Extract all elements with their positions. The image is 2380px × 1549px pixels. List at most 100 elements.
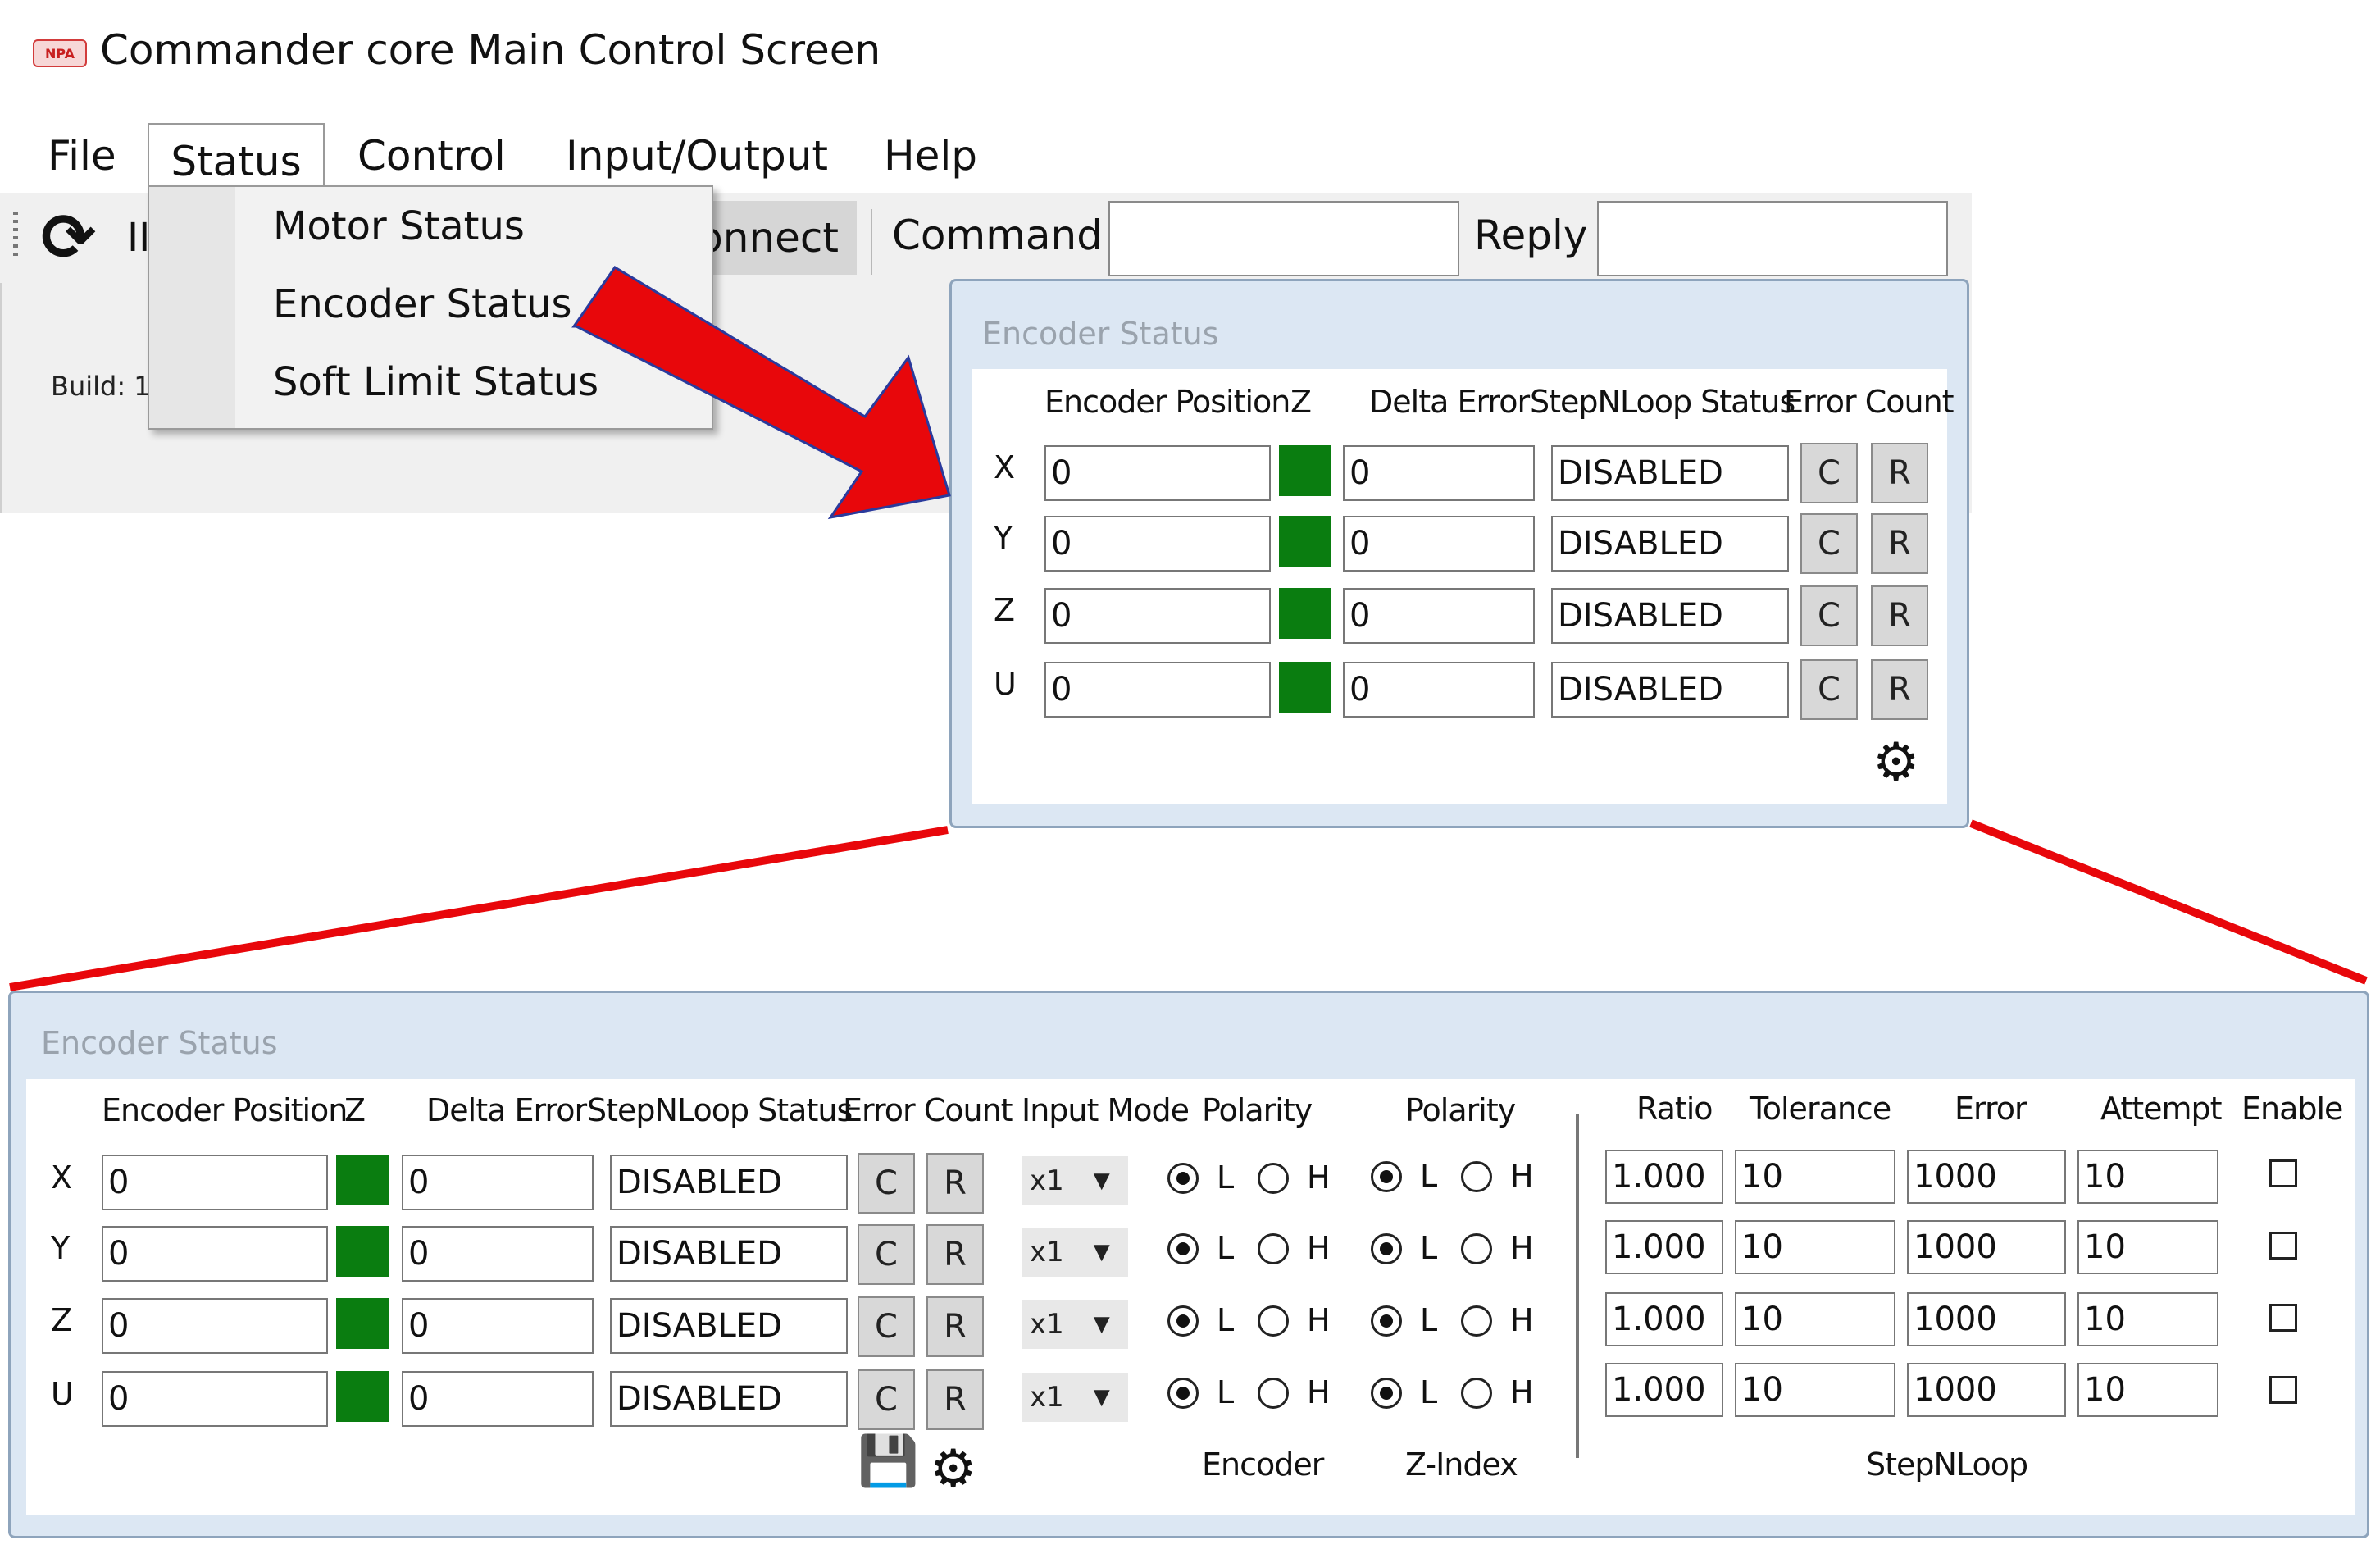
small-stepnloop-status-field[interactable]: DISABLED bbox=[1551, 445, 1789, 501]
zindex-polarity-l-radio[interactable] bbox=[1371, 1233, 1402, 1264]
small-clear-count-button[interactable]: C bbox=[1800, 443, 1858, 503]
large-encoder-position-field[interactable]: 0 bbox=[102, 1371, 328, 1427]
menu-item-soft-limit-status[interactable]: Soft Limit Status bbox=[273, 359, 598, 405]
enable-checkbox[interactable] bbox=[2269, 1159, 2297, 1187]
group-label-stepnloop: StepNLoop bbox=[1866, 1446, 2028, 1483]
large-z-indicator bbox=[336, 1155, 389, 1205]
ratio-field[interactable]: 1.000 bbox=[1605, 1292, 1723, 1346]
large-reset-button[interactable]: R bbox=[926, 1296, 984, 1357]
ratio-field[interactable]: 1.000 bbox=[1605, 1150, 1723, 1204]
small-clear-count-button[interactable]: C bbox=[1800, 659, 1858, 720]
toolbar-grip[interactable] bbox=[13, 212, 18, 261]
large-z-indicator bbox=[336, 1298, 389, 1349]
encoder-polarity-h-radio[interactable] bbox=[1258, 1163, 1289, 1194]
encoder-polarity-l-radio[interactable] bbox=[1167, 1233, 1199, 1264]
menu-file[interactable]: File bbox=[41, 123, 123, 189]
enable-checkbox[interactable] bbox=[2269, 1304, 2297, 1332]
large-stepnloop-status-field[interactable]: DISABLED bbox=[610, 1298, 848, 1354]
input-mode-select[interactable]: x1 ▼ bbox=[1022, 1228, 1128, 1277]
tolerance-field[interactable]: 10 bbox=[1735, 1150, 1895, 1204]
large-delta-error-field[interactable]: 0 bbox=[402, 1226, 594, 1282]
small-clear-count-button[interactable]: C bbox=[1800, 513, 1858, 574]
zindex-polarity-l-radio[interactable] bbox=[1371, 1161, 1402, 1192]
large-reset-button[interactable]: R bbox=[926, 1369, 984, 1430]
large-delta-error-field[interactable]: 0 bbox=[402, 1371, 594, 1427]
menu-control[interactable]: Control bbox=[351, 123, 512, 189]
small-stepnloop-status-field[interactable]: DISABLED bbox=[1551, 516, 1789, 572]
small-delta-error-field[interactable]: 0 bbox=[1343, 588, 1535, 644]
error-field[interactable]: 1000 bbox=[1907, 1363, 2066, 1417]
refresh-icon[interactable]: ⟳ bbox=[41, 201, 115, 275]
encoder-polarity-h-radio[interactable] bbox=[1258, 1305, 1289, 1337]
large-stepnloop-status-field[interactable]: DISABLED bbox=[610, 1155, 848, 1210]
tolerance-field[interactable]: 10 bbox=[1735, 1363, 1895, 1417]
menu-help[interactable]: Help bbox=[877, 123, 984, 189]
zindex-polarity-h-radio[interactable] bbox=[1461, 1233, 1492, 1264]
small-reset-button[interactable]: R bbox=[1871, 585, 1928, 646]
large-delta-error-field[interactable]: 0 bbox=[402, 1155, 594, 1210]
small-encoder-position-field[interactable]: 0 bbox=[1044, 588, 1271, 644]
error-field[interactable]: 1000 bbox=[1907, 1150, 2066, 1204]
gear-icon[interactable]: ⚙ bbox=[1873, 736, 1919, 789]
reply-input[interactable] bbox=[1597, 201, 1948, 276]
tolerance-field[interactable]: 10 bbox=[1735, 1220, 1895, 1274]
large-delta-error-field[interactable]: 0 bbox=[402, 1298, 594, 1354]
large-stepnloop-status-field[interactable]: DISABLED bbox=[610, 1226, 848, 1282]
attempt-field[interactable]: 10 bbox=[2077, 1220, 2218, 1274]
small-z-indicator bbox=[1279, 516, 1331, 567]
encoder-polarity-h-radio[interactable] bbox=[1258, 1378, 1289, 1409]
zindex-polarity-h-radio[interactable] bbox=[1461, 1378, 1492, 1409]
encoder-polarity-l-radio[interactable] bbox=[1167, 1378, 1199, 1409]
small-delta-error-field[interactable]: 0 bbox=[1343, 445, 1535, 501]
small-clear-count-button[interactable]: C bbox=[1800, 585, 1858, 646]
large-reset-button[interactable]: R bbox=[926, 1153, 984, 1214]
enable-checkbox[interactable] bbox=[2269, 1376, 2297, 1404]
enable-checkbox[interactable] bbox=[2269, 1232, 2297, 1260]
encoder-polarity-h-radio[interactable] bbox=[1258, 1233, 1289, 1264]
connect-button[interactable]: onnect bbox=[698, 201, 857, 275]
save-icon[interactable]: 💾 bbox=[858, 1437, 919, 1486]
large-encoder-position-field[interactable]: 0 bbox=[102, 1298, 328, 1354]
small-stepnloop-status-field[interactable]: DISABLED bbox=[1551, 662, 1789, 718]
encoder-polarity-l-radio[interactable] bbox=[1167, 1163, 1199, 1194]
large-clear-count-button[interactable]: C bbox=[858, 1153, 915, 1214]
command-input[interactable] bbox=[1108, 201, 1459, 276]
small-delta-error-field[interactable]: 0 bbox=[1343, 662, 1535, 718]
input-mode-select[interactable]: x1 ▼ bbox=[1022, 1300, 1128, 1349]
large-stepnloop-status-field[interactable]: DISABLED bbox=[610, 1371, 848, 1427]
large-clear-count-button[interactable]: C bbox=[858, 1224, 915, 1285]
error-field[interactable]: 1000 bbox=[1907, 1220, 2066, 1274]
input-mode-select[interactable]: x1 ▼ bbox=[1022, 1156, 1128, 1205]
zindex-polarity-l-radio[interactable] bbox=[1371, 1378, 1402, 1409]
large-encoder-position-field[interactable]: 0 bbox=[102, 1155, 328, 1210]
zindex-polarity-h-radio[interactable] bbox=[1461, 1305, 1492, 1337]
small-stepnloop-status-field[interactable]: DISABLED bbox=[1551, 588, 1789, 644]
zindex-polarity-l-radio[interactable] bbox=[1371, 1305, 1402, 1337]
attempt-field[interactable]: 10 bbox=[2077, 1150, 2218, 1204]
tolerance-field[interactable]: 10 bbox=[1735, 1292, 1895, 1346]
large-clear-count-button[interactable]: C bbox=[858, 1369, 915, 1430]
input-mode-select[interactable]: x1 ▼ bbox=[1022, 1373, 1128, 1422]
gear-icon[interactable]: ⚙ bbox=[930, 1443, 976, 1496]
large-reset-button[interactable]: R bbox=[926, 1224, 984, 1285]
large-encoder-position-field[interactable]: 0 bbox=[102, 1226, 328, 1282]
small-encoder-position-field[interactable]: 0 bbox=[1044, 516, 1271, 572]
encoder-polarity-l-radio[interactable] bbox=[1167, 1305, 1199, 1337]
small-reset-button[interactable]: R bbox=[1871, 443, 1928, 503]
attempt-field[interactable]: 10 bbox=[2077, 1363, 2218, 1417]
zindex-polarity-h-radio[interactable] bbox=[1461, 1161, 1492, 1192]
ratio-field[interactable]: 1.000 bbox=[1605, 1220, 1723, 1274]
menu-item-motor-status[interactable]: Motor Status bbox=[273, 203, 525, 249]
attempt-field[interactable]: 10 bbox=[2077, 1292, 2218, 1346]
small-reset-button[interactable]: R bbox=[1871, 513, 1928, 574]
large-clear-count-button[interactable]: C bbox=[858, 1296, 915, 1357]
small-reset-button[interactable]: R bbox=[1871, 659, 1928, 720]
ratio-field[interactable]: 1.000 bbox=[1605, 1363, 1723, 1417]
command-label: Command bbox=[892, 212, 1103, 259]
error-field[interactable]: 1000 bbox=[1907, 1292, 2066, 1346]
small-delta-error-field[interactable]: 0 bbox=[1343, 516, 1535, 572]
small-encoder-position-field[interactable]: 0 bbox=[1044, 662, 1271, 718]
small-encoder-position-field[interactable]: 0 bbox=[1044, 445, 1271, 501]
menu-input-output[interactable]: Input/Output bbox=[559, 123, 835, 189]
menu-item-encoder-status[interactable]: Encoder Status bbox=[273, 281, 571, 327]
